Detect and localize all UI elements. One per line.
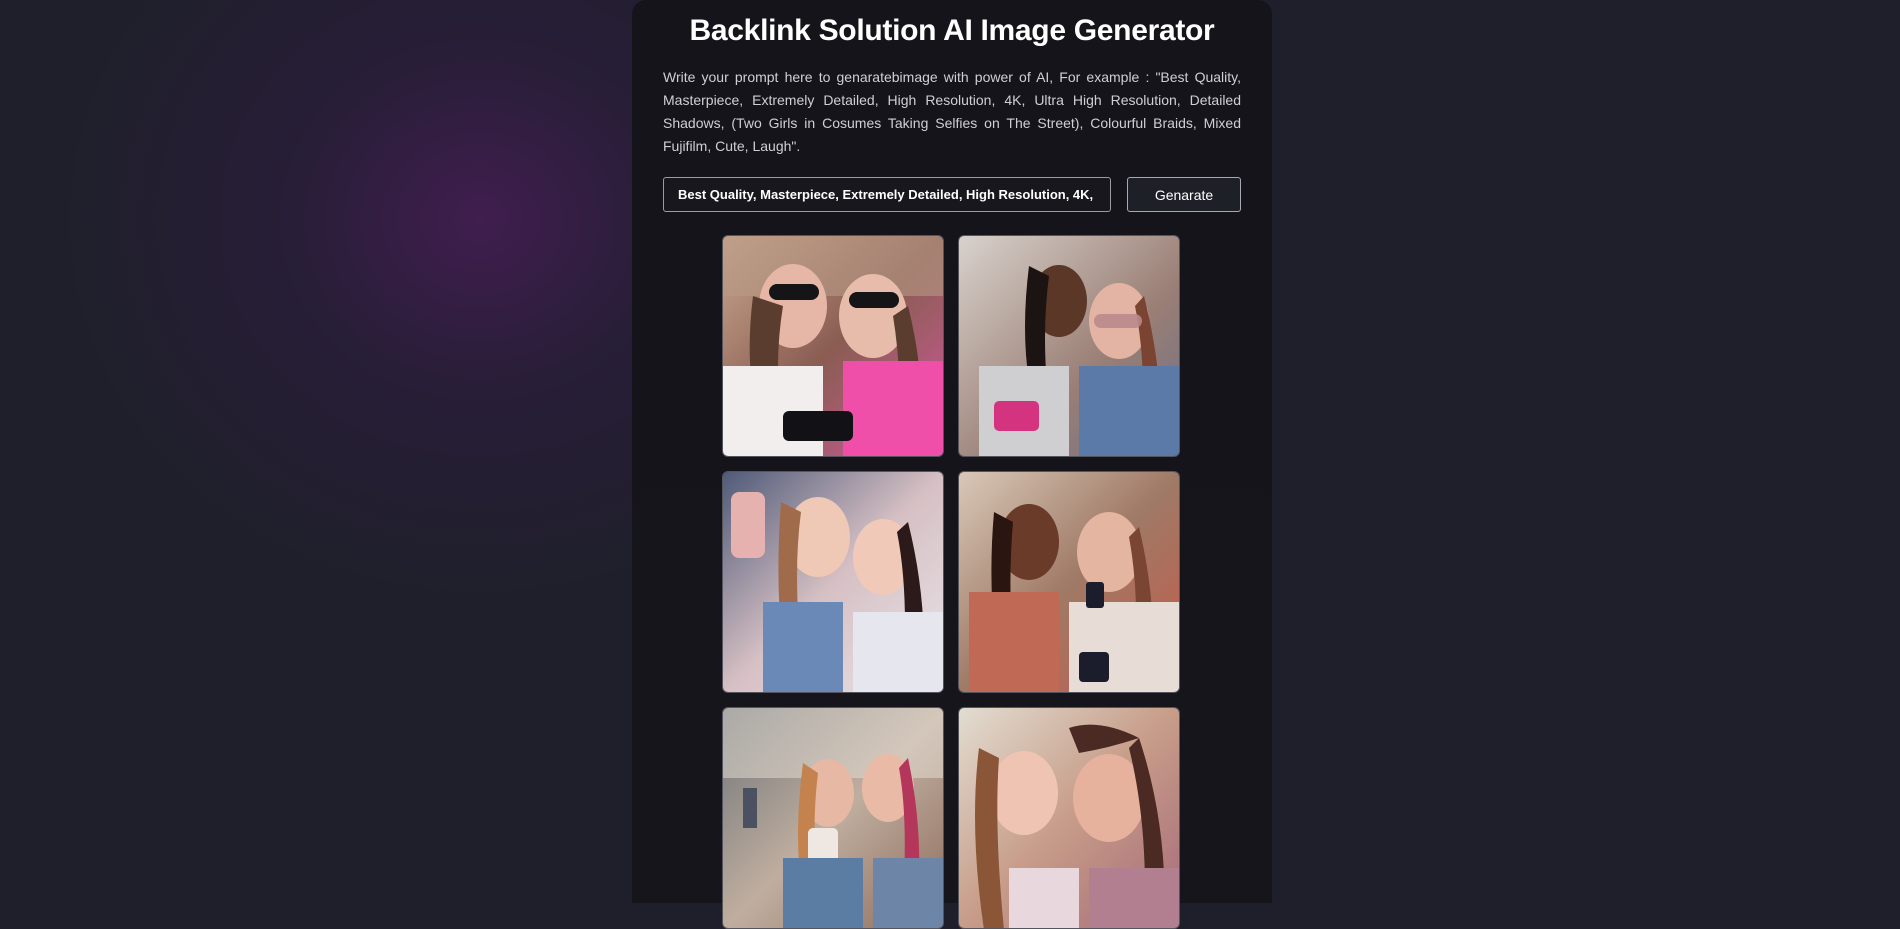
generator-panel: Backlink Solution AI Image Generator Wri…	[632, 0, 1272, 929]
generated-image-2[interactable]	[958, 235, 1180, 457]
generated-image-3[interactable]	[722, 471, 944, 693]
generated-image-4[interactable]	[958, 471, 1180, 693]
prompt-description: Write your prompt here to genaratebimage…	[663, 69, 1241, 154]
generate-button[interactable]: Genarate	[1127, 177, 1241, 212]
generated-image-5[interactable]	[722, 707, 944, 929]
generated-image-1[interactable]	[722, 235, 944, 457]
page-title: Backlink Solution AI Image Generator	[689, 14, 1215, 47]
generated-image-6[interactable]	[958, 707, 1180, 929]
prompt-input[interactable]	[663, 177, 1111, 212]
